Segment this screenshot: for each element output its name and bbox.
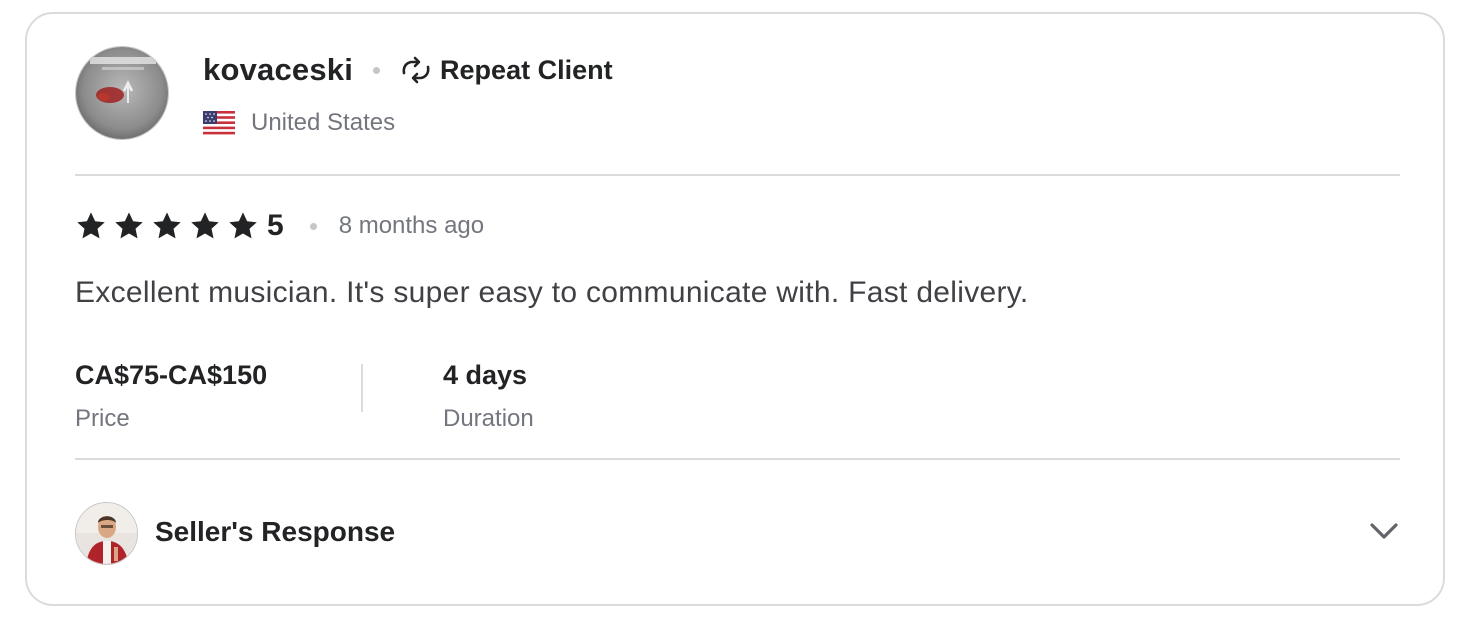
header-divider xyxy=(75,174,1400,176)
star-icon xyxy=(229,212,257,239)
seller-avatar xyxy=(75,502,138,565)
star-icon xyxy=(115,212,143,239)
reviewer-avatar[interactable] xyxy=(75,46,169,140)
star-icon xyxy=(153,212,181,239)
duration-detail: 4 days Duration xyxy=(443,360,534,433)
star-rating xyxy=(75,210,265,242)
price-detail: CA$75-CA$150 Price xyxy=(75,360,267,433)
review-time-ago: 8 months ago xyxy=(338,212,485,239)
price-value: CA$75-CA$150 xyxy=(75,360,268,390)
avatar-icon xyxy=(76,47,168,139)
review-card: kovaceski Repeat Client United States 5 … xyxy=(25,12,1445,606)
separator-dot xyxy=(373,66,381,74)
details-divider xyxy=(75,458,1400,460)
repeat-icon xyxy=(402,56,430,84)
reviewer-header: kovaceski Repeat Client United States xyxy=(75,46,1405,142)
rating-value: 5 xyxy=(267,209,284,242)
repeat-client-label: Repeat Client xyxy=(440,54,613,85)
details-separator xyxy=(361,364,363,412)
rating-row: 5 8 months ago xyxy=(75,206,484,246)
duration-value: 4 days xyxy=(443,360,528,390)
duration-label: Duration xyxy=(443,405,534,432)
seller-avatar-icon xyxy=(76,503,137,564)
reviewer-name-row: kovaceski Repeat Client xyxy=(203,48,613,92)
review-text: Excellent musician. It's super easy to c… xyxy=(75,276,1029,309)
star-icon xyxy=(77,212,105,239)
chevron-down-icon[interactable] xyxy=(1367,518,1401,544)
price-label: Price xyxy=(75,405,130,432)
reviewer-country: United States xyxy=(251,109,396,136)
us-flag-icon xyxy=(203,111,235,135)
reviewer-country-row: United States xyxy=(203,108,395,138)
repeat-client-badge: Repeat Client xyxy=(400,55,613,86)
separator-dot xyxy=(309,222,317,230)
star-icon xyxy=(191,212,219,239)
seller-response-toggle[interactable]: Seller's Response xyxy=(75,502,1405,566)
seller-response-label[interactable]: Seller's Response xyxy=(155,516,395,548)
reviewer-username[interactable]: kovaceski xyxy=(203,52,353,88)
